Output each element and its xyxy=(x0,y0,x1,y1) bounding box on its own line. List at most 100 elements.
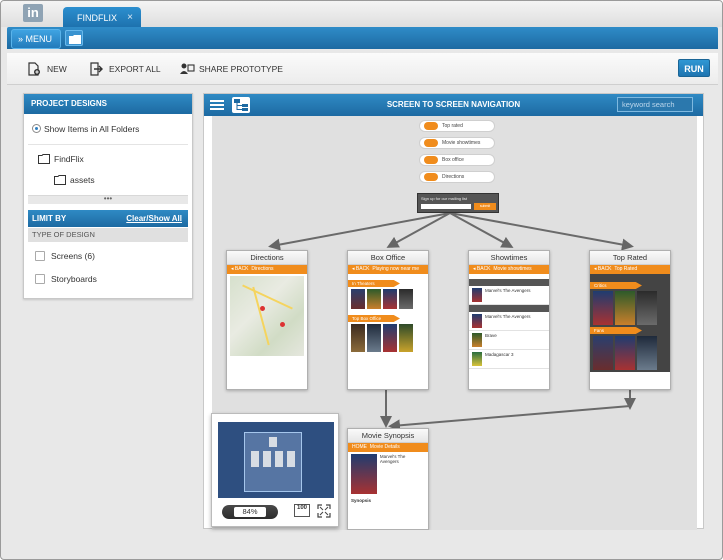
clear-show-all-link[interactable]: Clear/Show All xyxy=(126,210,182,227)
show-all-folders-option[interactable]: Show Items in All Folders xyxy=(32,123,139,135)
folder-label: assets xyxy=(70,175,95,185)
synopsis-heading: Synopsis xyxy=(351,498,372,503)
section-in-theaters: In Theaters xyxy=(348,280,400,287)
menu-item-directions[interactable]: Directions xyxy=(419,171,495,183)
movie-poster xyxy=(593,336,613,370)
checkbox[interactable] xyxy=(35,274,45,284)
overview-card xyxy=(275,451,283,467)
screen-card-showtimes[interactable]: Showtimes ◂ BACK Movie showtimes Marvel'… xyxy=(468,250,550,390)
menu-item-showtimes[interactable]: Movie showtimes xyxy=(419,137,495,149)
screen-card-directions[interactable]: Directions ◂ BACK Directions xyxy=(226,250,308,390)
signup-submit-button[interactable]: submit xyxy=(474,203,496,210)
overview-card xyxy=(287,451,295,467)
screen-header-bar: ◂ BACK Top Rated xyxy=(590,265,670,274)
toolbar: NEW EXPORT ALL SHARE PROTOTYPE RUN xyxy=(7,53,718,85)
movie-name: Brave xyxy=(485,333,497,338)
movie-poster xyxy=(472,314,482,328)
movie-poster xyxy=(472,352,482,366)
screen-card-box-office[interactable]: Box Office ◂ BACK Playing now near me In… xyxy=(347,250,429,390)
export-icon xyxy=(90,62,103,76)
map-pin-icon xyxy=(280,322,285,327)
tab-findflix[interactable]: FINDFLIX × xyxy=(63,7,141,29)
show-all-label: Show Items in All Folders xyxy=(44,124,140,134)
filter-storyboards[interactable]: Storyboards xyxy=(35,273,97,285)
tree-scroll-handle[interactable]: ••• xyxy=(28,195,188,204)
folder-button[interactable] xyxy=(65,30,83,46)
app-window: in FINDFLIX × » MENU NEW EXPORT ALL SHAR… xyxy=(0,0,723,560)
movie-poster xyxy=(367,289,381,309)
screen-title: Box Office xyxy=(348,251,428,265)
zoom-value: 84% xyxy=(234,507,266,517)
project-designs-panel: PROJECT DESIGNS Show Items in All Folder… xyxy=(23,93,193,299)
app-logo: in xyxy=(23,4,43,22)
movie-poster xyxy=(351,324,365,352)
movie-name: Marvel's The Avengers xyxy=(379,454,406,464)
filter-screens[interactable]: Screens (6) xyxy=(35,250,95,262)
poster-row xyxy=(348,322,428,354)
movie-poster xyxy=(637,291,657,325)
poster-row xyxy=(590,334,670,372)
date-bar xyxy=(469,305,549,312)
list-item[interactable]: Brave xyxy=(469,331,549,350)
map-pin-icon xyxy=(260,306,265,311)
fit-to-screen-icon[interactable] xyxy=(317,504,331,518)
folder-icon xyxy=(38,154,50,164)
tab-close-icon[interactable]: × xyxy=(127,7,133,29)
folder-tree: FindFlix assets xyxy=(28,144,188,196)
overview-card xyxy=(263,451,271,467)
folder-item-assets[interactable]: assets xyxy=(54,174,95,186)
movie-name: Madagascar 3 xyxy=(485,352,514,357)
screen-header-bar: HOME Movie Details xyxy=(348,443,428,452)
zoom-slider[interactable]: 84% xyxy=(222,505,278,519)
screen-header-bar: ◂ BACK Playing now near me xyxy=(348,265,428,274)
hamburger-icon[interactable] xyxy=(210,98,224,112)
overview-navigator: 84% 100 xyxy=(211,413,339,527)
screen-title: Directions xyxy=(227,251,307,265)
movie-poster xyxy=(399,324,413,352)
keyword-search-input[interactable]: keyword search xyxy=(617,97,693,112)
run-button[interactable]: RUN xyxy=(678,59,710,77)
new-file-icon xyxy=(28,62,40,76)
overview-map[interactable] xyxy=(218,422,334,498)
poster-row xyxy=(348,287,428,311)
share-prototype-button[interactable]: SHARE PROTOTYPE xyxy=(179,61,283,77)
new-button[interactable]: NEW xyxy=(27,61,67,77)
limit-by-header: LIMIT BY Clear/Show All xyxy=(28,210,188,227)
list-item[interactable]: Marvel's The Avengers xyxy=(469,312,549,331)
signup-input[interactable] xyxy=(421,204,471,209)
section-top-box-office: Top Box Office xyxy=(348,315,400,322)
movie-poster xyxy=(351,289,365,309)
new-label: NEW xyxy=(47,64,67,74)
screen-title: Top Rated xyxy=(590,251,670,265)
movie-poster xyxy=(383,289,397,309)
list-item[interactable]: Marvel's The Avengers xyxy=(469,286,549,305)
movie-name: Marvel's The Avengers xyxy=(485,314,531,319)
export-all-button[interactable]: EXPORT ALL xyxy=(89,61,161,77)
overview-viewport[interactable] xyxy=(244,432,302,492)
radio-icon[interactable] xyxy=(32,124,41,133)
screen-card-movie-synopsis[interactable]: Movie Synopsis HOME Movie Details Marvel… xyxy=(347,428,429,530)
overview-card xyxy=(251,451,259,467)
section-critics: Critics xyxy=(590,282,642,289)
menu-screen[interactable]: Top rated Movie showtimes Box office Dir… xyxy=(417,120,499,213)
section-fans: Fans xyxy=(590,327,642,334)
list-item[interactable]: Madagascar 3 xyxy=(469,350,549,369)
checkbox[interactable] xyxy=(35,251,45,261)
menu-button[interactable]: » MENU xyxy=(11,29,61,49)
sitemap-icon[interactable] xyxy=(232,97,250,113)
movie-poster xyxy=(637,336,657,370)
export-label: EXPORT ALL xyxy=(109,64,161,74)
title-bar: in FINDFLIX × xyxy=(1,1,722,29)
overview-card xyxy=(269,437,277,447)
project-designs-title: PROJECT DESIGNS xyxy=(24,94,192,114)
folder-icon xyxy=(69,35,81,44)
map-image xyxy=(230,276,304,356)
menu-item-box-office[interactable]: Box office xyxy=(419,154,495,166)
canvas-header: SCREEN TO SCREEN NAVIGATION keyword sear… xyxy=(204,94,703,116)
signup-text: Sign up for our mailing list xyxy=(421,196,468,201)
movie-poster xyxy=(399,289,413,309)
zoom-reset-button[interactable]: 100 xyxy=(294,504,310,517)
folder-item-findflix[interactable]: FindFlix xyxy=(38,153,84,165)
screen-card-top-rated[interactable]: Top Rated ◂ BACK Top Rated Critics Fans xyxy=(589,250,671,390)
menu-item-top-rated[interactable]: Top rated xyxy=(419,120,495,132)
